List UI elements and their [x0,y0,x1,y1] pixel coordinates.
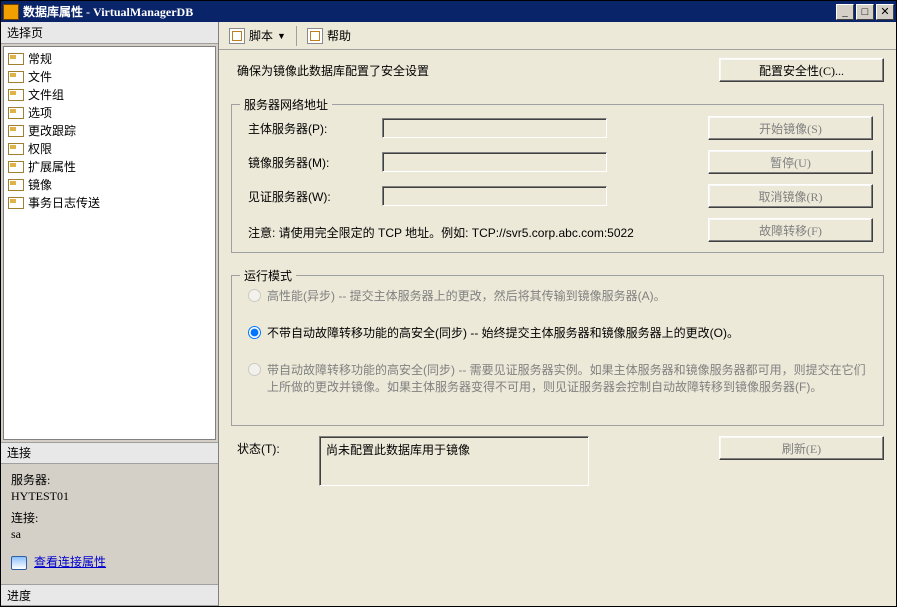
tcp-address-note: 注意: 请使用完全限定的 TCP 地址。例如: TCP://svr5.corp.… [242,220,640,241]
security-config-message: 确保为镜像此数据库配置了安全设置 [231,62,429,79]
left-pane: 选择页 常规 文件 文件组 选项 更改跟踪 权限 扩展属性 镜像 事务日志传送 … [1,22,219,606]
connection-properties-icon [11,556,27,570]
radio-high-performance[interactable]: 高性能(异步) -- 提交主体服务器上的更改，然后将其传输到镜像服务器(A)。 [242,287,873,304]
mirror-server-input[interactable] [382,152,607,172]
page-tree: 常规 文件 文件组 选项 更改跟踪 权限 扩展属性 镜像 事务日志传送 [3,46,216,440]
tree-item-general[interactable]: 常规 [4,49,215,67]
tree-item-change-tracking[interactable]: 更改跟踪 [4,121,215,139]
tree-item-label: 权限 [28,140,52,157]
radio-high-safety-no-auto-input[interactable] [248,326,261,339]
principal-server-label: 主体服务器(P): [242,120,382,137]
maximize-button[interactable]: □ [856,4,874,20]
group-operating-mode-legend: 运行模式 [240,267,296,284]
group-server-addresses: 服务器网络地址 主体服务器(P): 开始镜像(S) 镜像服务器(M): 暂停(U… [231,104,884,253]
tree-item-label: 文件 [28,68,52,85]
page-icon [8,87,24,101]
radio-high-safety-no-auto[interactable]: 不带自动故障转移功能的高安全(同步) -- 始终提交主体服务器和镜像服务器上的更… [242,324,873,341]
principal-server-input[interactable] [382,118,607,138]
close-button[interactable]: ✕ [876,4,894,20]
script-label: 脚本 [249,27,273,44]
radio-high-safety-auto[interactable]: 带自动故障转移功能的高安全(同步) -- 需要见证服务器实例。如果主体服务器和镜… [242,361,873,395]
tree-item-files[interactable]: 文件 [4,67,215,85]
page-icon [8,123,24,137]
radio-high-performance-label: 高性能(异步) -- 提交主体服务器上的更改，然后将其传输到镜像服务器(A)。 [267,287,666,304]
tree-item-filegroups[interactable]: 文件组 [4,85,215,103]
radio-high-safety-auto-input[interactable] [248,363,261,376]
page-icon [8,141,24,155]
failover-button[interactable]: 故障转移(F) [708,218,873,242]
tree-item-extended-properties[interactable]: 扩展属性 [4,157,215,175]
server-label: 服务器: [11,473,50,487]
status-label: 状态(T): [231,436,319,457]
script-icon [229,28,245,44]
right-pane: 脚本 ▼ 帮助 确保为镜像此数据库配置了安全设置 配置安全性(C)... 服务器… [219,22,896,606]
radio-high-safety-auto-label: 带自动故障转移功能的高安全(同步) -- 需要见证服务器实例。如果主体服务器和镜… [267,361,873,395]
script-button[interactable]: 脚本 ▼ [225,25,290,46]
help-label: 帮助 [327,27,351,44]
tree-item-options[interactable]: 选项 [4,103,215,121]
status-value-box: 尚未配置此数据库用于镜像 [319,436,589,486]
chevron-down-icon: ▼ [277,31,286,41]
tree-item-label: 文件组 [28,86,64,103]
page-icon [8,69,24,83]
tree-item-label: 镜像 [28,176,52,193]
window-title: 数据库属性 - VirtualManagerDB [23,3,836,20]
witness-server-label: 见证服务器(W): [242,188,382,205]
progress-header: 进度 [1,584,218,606]
radio-high-safety-no-auto-label: 不带自动故障转移功能的高安全(同步) -- 始终提交主体服务器和镜像服务器上的更… [267,324,739,341]
mirror-server-label: 镜像服务器(M): [242,154,382,171]
page-icon [8,177,24,191]
tree-item-label: 常规 [28,50,52,67]
app-icon [3,4,19,20]
remove-mirroring-button[interactable]: 取消镜像(R) [708,184,873,208]
start-mirroring-button[interactable]: 开始镜像(S) [708,116,873,140]
group-operating-mode: 运行模式 高性能(异步) -- 提交主体服务器上的更改，然后将其传输到镜像服务器… [231,275,884,426]
tree-item-label: 扩展属性 [28,158,76,175]
help-button[interactable]: 帮助 [303,25,355,46]
connection-value: sa [11,527,21,541]
page-icon [8,195,24,209]
minimize-button[interactable]: _ [836,4,854,20]
tree-item-permissions[interactable]: 权限 [4,139,215,157]
select-page-header: 选择页 [1,22,218,44]
witness-server-input[interactable] [382,186,607,206]
radio-high-performance-input[interactable] [248,289,261,302]
view-connection-properties-link[interactable]: 查看连接属性 [34,555,106,569]
tree-item-label: 事务日志传送 [28,194,100,211]
tree-item-mirroring[interactable]: 镜像 [4,175,215,193]
toolbar: 脚本 ▼ 帮助 [219,22,896,50]
page-icon [8,51,24,65]
content-area: 确保为镜像此数据库配置了安全设置 配置安全性(C)... 服务器网络地址 主体服… [219,50,896,606]
connection-header: 连接 [1,442,218,464]
connection-section: 服务器: HYTEST01 连接: sa 查看连接属性 [1,464,218,584]
server-value: HYTEST01 [11,489,69,503]
tree-item-label: 选项 [28,104,52,121]
tree-item-log-shipping[interactable]: 事务日志传送 [4,193,215,211]
page-icon [8,105,24,119]
toolbar-separator [296,26,297,46]
page-icon [8,159,24,173]
window-titlebar: 数据库属性 - VirtualManagerDB _ □ ✕ [0,0,897,22]
status-value: 尚未配置此数据库用于镜像 [326,443,470,457]
refresh-button[interactable]: 刷新(E) [719,436,884,460]
help-icon [307,28,323,44]
connection-label: 连接: [11,511,38,525]
configure-security-button[interactable]: 配置安全性(C)... [719,58,884,82]
group-server-addresses-legend: 服务器网络地址 [240,96,332,113]
tree-item-label: 更改跟踪 [28,122,76,139]
pause-button[interactable]: 暂停(U) [708,150,873,174]
